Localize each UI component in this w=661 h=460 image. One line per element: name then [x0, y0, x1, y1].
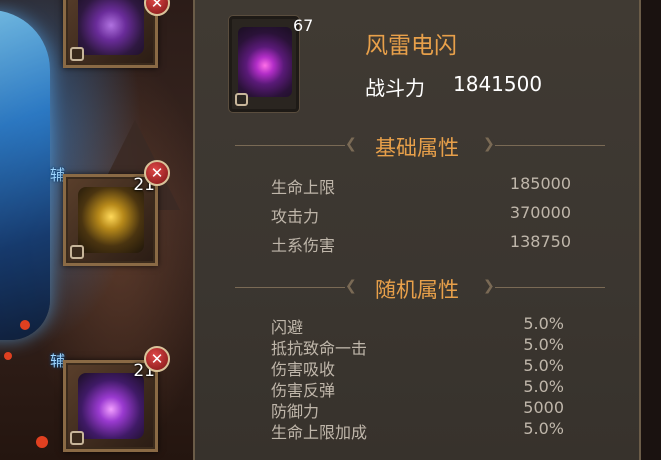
ember [20, 320, 30, 330]
combat-power-value: 1841500 [453, 72, 543, 96]
lock-icon [70, 47, 84, 61]
section-title: 随机属性 [375, 278, 459, 302]
ember [4, 352, 12, 360]
equipment-slot-3[interactable]: 21 [63, 360, 158, 452]
combat-power-label: 战斗力 [365, 76, 425, 100]
section-title: 基础属性 [375, 136, 459, 160]
stat-value: 5.0% [523, 356, 564, 375]
remove-button[interactable]: ✕ [144, 346, 170, 372]
divider [495, 145, 605, 146]
lock-icon [70, 245, 84, 259]
stat-value: 5000 [523, 398, 564, 417]
ornament-icon: ❯ [483, 136, 495, 152]
remove-button[interactable]: ✕ [144, 160, 170, 186]
item-name: 风雷电闪 [365, 33, 457, 59]
stat-label: 土系伤害 [271, 236, 336, 255]
stat-row: 生命上限加成 5.0% [271, 419, 571, 442]
equipment-slot-1[interactable]: 21 [63, 0, 158, 68]
crystal-formation [0, 10, 50, 340]
stat-row: 伤害吸收 5.0% [271, 356, 571, 379]
dark-crystal-gem-icon [238, 27, 292, 97]
lock-icon [235, 93, 248, 106]
item-tooltip-panel: 67 风雷电闪 战斗力 1841500 ❮ 基础属性 ❯ 生命上限 185000… [193, 0, 641, 460]
claw-gem-icon [78, 187, 144, 253]
ember [36, 436, 48, 448]
stat-label: 生命上限 [271, 178, 336, 197]
stat-label: 攻击力 [271, 207, 320, 226]
stat-row: 抵抗致命一击 5.0% [271, 335, 571, 358]
stat-value: 5.0% [523, 419, 564, 438]
stat-row: 攻击力 370000 [271, 203, 571, 226]
base-attributes-header: ❮ 基础属性 ❯ [195, 128, 639, 162]
divider [495, 287, 605, 288]
spiked-gem-icon [78, 0, 144, 55]
random-attributes-header: ❮ 随机属性 ❯ [195, 270, 639, 304]
stat-value: 5.0% [523, 314, 564, 333]
stat-value: 5.0% [523, 377, 564, 396]
stat-value: 185000 [509, 174, 571, 193]
stat-label: 生命上限加成 [271, 423, 368, 442]
ornament-icon: ❯ [483, 278, 495, 294]
equipment-slot-2[interactable]: 21 [63, 174, 158, 266]
item-level: 67 [293, 16, 314, 35]
stat-value: 370000 [509, 203, 571, 222]
stat-row: 土系伤害 138750 [271, 232, 571, 255]
orb-gem-icon [78, 373, 144, 439]
stat-value: 5.0% [523, 335, 564, 354]
lock-icon [70, 431, 84, 445]
stat-row: 伤害反弹 5.0% [271, 377, 571, 400]
stat-row: 生命上限 185000 [271, 174, 571, 197]
stat-row: 防御力 5000 [271, 398, 571, 421]
stat-value: 138750 [509, 232, 571, 251]
stat-row: 闪避 5.0% [271, 314, 571, 337]
item-icon-frame [229, 16, 299, 112]
